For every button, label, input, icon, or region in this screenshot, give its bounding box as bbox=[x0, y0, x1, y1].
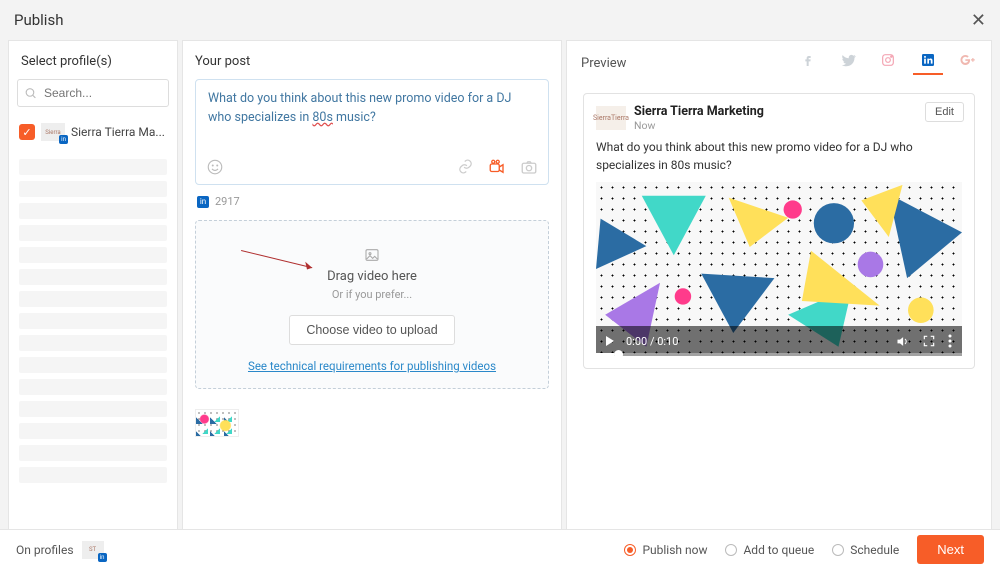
preview-text: What do you think about this new promo v… bbox=[596, 138, 962, 174]
more-icon[interactable] bbox=[948, 334, 952, 348]
edit-button[interactable]: Edit bbox=[925, 102, 964, 122]
video-player[interactable]: 0:00 / 0:10 bbox=[596, 182, 962, 356]
preview-card: Edit SierraTierra Sierra Tierra Marketin… bbox=[583, 93, 975, 369]
profile-label: Sierra Tierra Ma... bbox=[71, 125, 165, 139]
checkbox-checked-icon[interactable]: ✓ bbox=[19, 124, 35, 140]
facebook-icon[interactable] bbox=[799, 51, 817, 69]
dropzone-title: Drag video here bbox=[208, 269, 536, 284]
play-icon[interactable] bbox=[606, 336, 614, 346]
profile-avatar: Sierrain bbox=[41, 123, 65, 141]
composer-textarea[interactable]: What do you think about this new promo v… bbox=[196, 80, 548, 152]
video-dropzone[interactable]: Drag video here Or if you prefer... Choo… bbox=[195, 220, 549, 389]
linkedin-icon: in bbox=[59, 135, 68, 144]
linkedin-icon: in bbox=[197, 196, 209, 208]
preview-heading: Preview bbox=[581, 56, 626, 71]
page-title: Publish bbox=[14, 11, 63, 29]
profile-row[interactable]: ✓ Sierrain Sierra Tierra Ma... bbox=[9, 117, 177, 147]
video-time: 0:00 / 0:10 bbox=[626, 335, 678, 348]
char-counter: 2917 bbox=[215, 195, 240, 208]
next-button[interactable]: Next bbox=[917, 535, 984, 564]
publish-now-radio[interactable]: Publish now bbox=[624, 543, 707, 557]
video-thumbnail[interactable] bbox=[195, 409, 239, 437]
video-icon[interactable] bbox=[488, 158, 506, 176]
footer-profile-avatar[interactable]: STin bbox=[82, 541, 104, 559]
linkedin-icon[interactable] bbox=[919, 51, 937, 69]
image-placeholder-icon bbox=[208, 247, 536, 263]
camera-icon[interactable] bbox=[520, 158, 538, 176]
close-icon[interactable]: ✕ bbox=[971, 10, 986, 31]
author-time: Now bbox=[634, 119, 764, 132]
volume-icon[interactable] bbox=[895, 334, 910, 349]
link-icon[interactable] bbox=[457, 158, 474, 176]
instagram-icon[interactable] bbox=[879, 51, 897, 69]
technical-requirements-link[interactable]: See technical requirements for publishin… bbox=[248, 359, 496, 373]
search-input[interactable] bbox=[17, 79, 169, 107]
profile-placeholder-list bbox=[9, 147, 177, 495]
search-icon bbox=[24, 87, 37, 100]
profiles-heading: Select profile(s) bbox=[9, 41, 177, 79]
choose-video-button[interactable]: Choose video to upload bbox=[289, 315, 454, 345]
video-progress[interactable] bbox=[596, 353, 962, 356]
emoji-icon[interactable] bbox=[206, 158, 224, 176]
add-to-queue-radio[interactable]: Add to queue bbox=[725, 543, 814, 557]
schedule-radio[interactable]: Schedule bbox=[832, 543, 899, 557]
post-heading: Your post bbox=[183, 41, 561, 79]
dropzone-subtitle: Or if you prefer... bbox=[208, 288, 536, 301]
linkedin-icon: in bbox=[98, 553, 107, 562]
googleplus-icon[interactable] bbox=[959, 51, 977, 69]
footer-on-profiles-label: On profiles bbox=[16, 543, 74, 557]
author-avatar: SierraTierra bbox=[596, 106, 626, 130]
author-name: Sierra Tierra Marketing bbox=[634, 104, 764, 119]
twitter-icon[interactable] bbox=[839, 51, 857, 69]
fullscreen-icon[interactable] bbox=[922, 334, 936, 348]
composer: What do you think about this new promo v… bbox=[195, 79, 549, 185]
